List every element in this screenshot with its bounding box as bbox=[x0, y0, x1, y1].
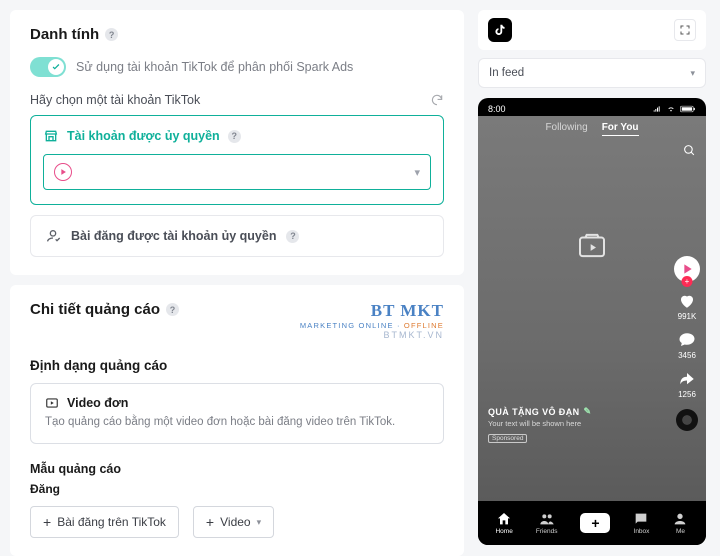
watermark-line2b: OFFLINE bbox=[404, 321, 444, 330]
status-clock: 8:00 bbox=[488, 104, 506, 114]
ad-format-heading: Định dạng quảng cáo bbox=[30, 358, 444, 373]
nav-inbox-label: Inbox bbox=[634, 528, 650, 535]
identity-title: Danh tính ? bbox=[30, 26, 444, 43]
authorized-account-box: Tài khoản được ủy quyền ? ▾ bbox=[30, 115, 444, 205]
post-heading: Đăng bbox=[30, 482, 444, 496]
nav-home-label: Home bbox=[495, 528, 512, 535]
status-icons bbox=[652, 105, 696, 113]
inbox-icon bbox=[633, 511, 649, 527]
like-count: 991K bbox=[678, 312, 697, 321]
expand-button[interactable] bbox=[674, 19, 696, 41]
help-icon[interactable]: ? bbox=[105, 28, 118, 41]
comment-button[interactable]: 3456 bbox=[678, 331, 696, 360]
add-video-button[interactable]: + Video ▾ bbox=[193, 506, 274, 538]
comment-count: 3456 bbox=[678, 351, 696, 360]
identity-title-text: Danh tính bbox=[30, 26, 99, 43]
follow-plus-icon[interactable]: + bbox=[682, 276, 693, 287]
authorized-account-label: Tài khoản được ủy quyền bbox=[67, 129, 220, 143]
nav-me[interactable]: Me bbox=[672, 511, 688, 535]
caption-title: QUÀ TẶNG VÔ ĐẠN bbox=[488, 407, 580, 417]
tab-for-you[interactable]: For You bbox=[602, 122, 639, 136]
profile-icon bbox=[672, 511, 688, 527]
nav-friends[interactable]: Friends bbox=[536, 511, 558, 535]
chevron-down-icon: ▾ bbox=[257, 517, 262, 528]
wifi-icon bbox=[666, 105, 676, 113]
account-select[interactable]: ▾ bbox=[43, 154, 431, 190]
add-tiktok-post-button[interactable]: + Bài đăng trên TikTok bbox=[30, 506, 179, 538]
spark-ads-toggle-label: Sử dụng tài khoản TikTok để phân phối Sp… bbox=[76, 60, 353, 74]
signal-icon bbox=[652, 105, 662, 113]
check-icon bbox=[51, 62, 61, 72]
authorized-post-label: Bài đăng được tài khoản ủy quyền bbox=[71, 229, 276, 243]
nav-friends-label: Friends bbox=[536, 528, 558, 535]
like-button[interactable]: 991K bbox=[678, 292, 697, 321]
home-icon bbox=[496, 511, 512, 527]
nav-create[interactable]: + bbox=[580, 513, 610, 533]
person-check-icon bbox=[45, 228, 61, 244]
watermark: BT MKT MARKETING ONLINE · OFFLINE BTMKT.… bbox=[300, 301, 444, 340]
caption-subtext: Your text will be shown here bbox=[488, 419, 591, 428]
plus-icon: + bbox=[206, 515, 214, 529]
btn-video-label: Video bbox=[220, 515, 250, 529]
nav-me-label: Me bbox=[676, 528, 685, 535]
ad-template-heading: Mẫu quảng cáo bbox=[30, 462, 444, 476]
help-icon[interactable]: ? bbox=[286, 230, 299, 243]
chevron-down-icon: ▾ bbox=[414, 166, 420, 179]
nav-inbox[interactable]: Inbox bbox=[633, 511, 649, 535]
tab-following[interactable]: Following bbox=[545, 122, 587, 136]
friends-icon bbox=[539, 511, 555, 527]
tiktok-logo-icon bbox=[488, 18, 512, 42]
share-count: 1256 bbox=[678, 390, 696, 399]
ad-format-desc: Tạo quảng cáo bằng một video đơn hoặc bà… bbox=[45, 414, 429, 431]
identity-card: Danh tính ? Sử dụng tài khoản TikTok để … bbox=[10, 10, 464, 275]
profile-avatar[interactable]: + bbox=[674, 256, 700, 282]
plus-icon: + bbox=[591, 515, 599, 531]
sponsored-badge: Sponsored bbox=[488, 434, 527, 443]
edit-icon: ✎ bbox=[584, 406, 592, 417]
account-avatar-icon bbox=[54, 163, 72, 181]
placement-select[interactable]: In feed ▾ bbox=[478, 58, 706, 88]
ad-detail-title-text: Chi tiết quảng cáo bbox=[30, 301, 160, 318]
btn-tiktok-post-label: Bài đăng trên TikTok bbox=[57, 515, 166, 529]
ad-detail-card: Chi tiết quảng cáo ? BT MKT MARKETING ON… bbox=[10, 285, 464, 556]
chevron-down-icon: ▾ bbox=[690, 68, 695, 79]
ad-format-name: Video đơn bbox=[67, 396, 128, 410]
choose-account-label: Hãy chọn một tài khoản TikTok bbox=[30, 93, 200, 107]
refresh-icon[interactable] bbox=[430, 93, 444, 107]
battery-icon bbox=[680, 105, 696, 113]
authorized-post-row[interactable]: Bài đăng được tài khoản ủy quyền ? bbox=[30, 215, 444, 257]
share-icon bbox=[678, 370, 696, 388]
heart-icon bbox=[678, 292, 696, 310]
placement-value: In feed bbox=[489, 67, 524, 79]
plus-icon: + bbox=[43, 515, 51, 529]
spark-ads-toggle[interactable] bbox=[30, 57, 66, 77]
watermark-line2a: MARKETING ONLINE bbox=[300, 321, 394, 330]
video-placeholder-icon bbox=[576, 229, 608, 264]
preview-panel: In feed ▾ 8:00 Following For You bbox=[478, 10, 706, 545]
help-icon[interactable]: ? bbox=[166, 303, 179, 316]
nav-home[interactable]: Home bbox=[495, 511, 512, 535]
sound-disc-icon[interactable] bbox=[676, 409, 698, 431]
comment-icon bbox=[678, 331, 696, 349]
phone-preview: 8:00 Following For You bbox=[478, 98, 706, 545]
share-button[interactable]: 1256 bbox=[678, 370, 696, 399]
video-icon bbox=[45, 396, 59, 410]
help-icon[interactable]: ? bbox=[228, 130, 241, 143]
watermark-line3: BTMKT.VN bbox=[300, 330, 444, 340]
storefront-icon bbox=[43, 128, 59, 144]
ad-format-option[interactable]: Video đơn Tạo quảng cáo bằng một video đ… bbox=[30, 383, 444, 444]
ad-detail-title: Chi tiết quảng cáo ? bbox=[30, 301, 179, 318]
search-icon[interactable] bbox=[683, 144, 696, 160]
watermark-line1: BT MKT bbox=[300, 301, 444, 321]
